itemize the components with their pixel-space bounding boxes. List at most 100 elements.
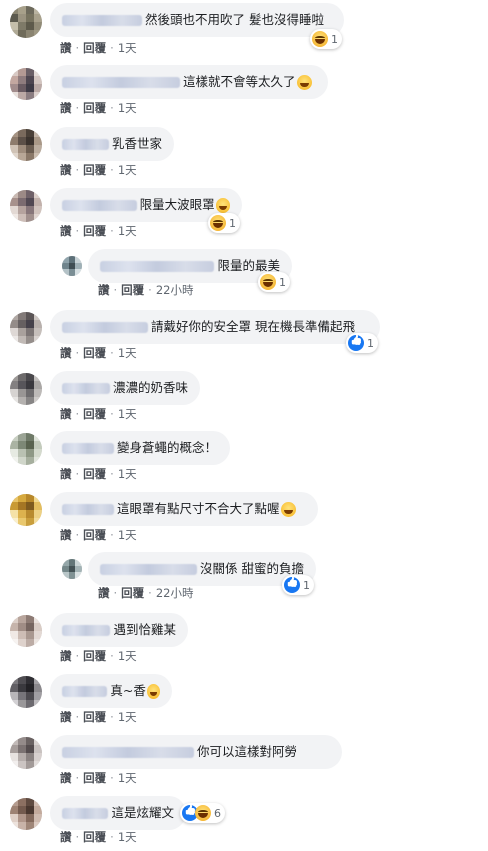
timestamp[interactable]: 1天 — [118, 466, 137, 482]
like-button[interactable]: 讚 — [60, 527, 72, 543]
like-button[interactable]: 讚 — [60, 466, 72, 482]
avatar[interactable] — [10, 373, 42, 405]
comment-bubble: 然後頭也不用吹了 髮也沒得睡啦 — [50, 3, 344, 37]
avatar[interactable] — [10, 312, 42, 344]
avatar[interactable] — [10, 798, 42, 830]
commenter-name[interactable] — [62, 685, 108, 697]
avatar[interactable] — [10, 737, 42, 769]
reaction-summary[interactable]: 6 — [180, 803, 225, 823]
avatar[interactable] — [10, 433, 42, 465]
avatar[interactable] — [62, 256, 82, 276]
commenter-name[interactable] — [62, 76, 180, 88]
avatar[interactable] — [10, 494, 42, 526]
reply-button[interactable]: 回覆 — [83, 709, 106, 725]
reaction-count: 1 — [229, 216, 236, 230]
avatar[interactable] — [10, 129, 42, 161]
laughing-emoji-icon — [215, 197, 230, 213]
avatar[interactable] — [10, 68, 42, 100]
timestamp[interactable]: 1天 — [118, 162, 137, 178]
comment-actions: 讚 · 回覆 · 1天 — [60, 223, 137, 239]
laughing-emoji-icon — [280, 501, 296, 517]
timestamp[interactable]: 22小時 — [156, 282, 194, 298]
commenter-name[interactable] — [62, 503, 114, 515]
haha-reaction-icon — [210, 215, 226, 231]
avatar[interactable] — [62, 559, 82, 579]
reply-button[interactable]: 回覆 — [83, 345, 106, 361]
comment-bubble: 這是炫耀文 — [50, 796, 186, 830]
like-reaction-icon — [284, 577, 300, 593]
comment-text: 然後頭也不用吹了 髮也沒得睡啦 — [145, 12, 324, 27]
like-button[interactable]: 讚 — [60, 40, 72, 56]
reaction-summary[interactable]: 1 — [208, 213, 240, 233]
like-button[interactable]: 讚 — [98, 282, 110, 298]
like-button[interactable]: 讚 — [60, 223, 72, 239]
comment-bubble: 變身蒼蠅的概念！ — [50, 431, 230, 465]
reply-button[interactable]: 回覆 — [83, 406, 106, 422]
timestamp[interactable]: 1天 — [118, 709, 137, 725]
comment-text: 限量大波眼罩 — [139, 197, 215, 212]
timestamp[interactable]: 1天 — [118, 527, 137, 543]
commenter-name[interactable] — [62, 382, 110, 394]
comment-actions: 讚 · 回覆 · 1天 — [60, 100, 137, 116]
commenter-name[interactable] — [62, 442, 114, 454]
reply-button[interactable]: 回覆 — [121, 585, 144, 601]
comment-actions: 讚 · 回覆 · 1天 — [60, 162, 137, 178]
comment-text: 遇到恰雞某 — [113, 622, 176, 637]
comment-text: 變身蒼蠅的概念！ — [117, 440, 218, 455]
like-button[interactable]: 讚 — [60, 406, 72, 422]
comment-actions: 讚 · 回覆 · 1天 — [60, 770, 137, 786]
commenter-name[interactable] — [62, 199, 137, 211]
commenter-name[interactable] — [100, 563, 198, 575]
timestamp[interactable]: 1天 — [118, 648, 137, 664]
commenter-name[interactable] — [62, 321, 148, 333]
avatar[interactable] — [10, 6, 42, 38]
comment-text: 乳香世家 — [111, 136, 162, 151]
comment-bubble: 請戴好你的安全罩 現在機長準備起飛 — [50, 310, 380, 344]
comment-text: 這是炫耀文 — [111, 805, 174, 820]
reply-button[interactable]: 回覆 — [83, 162, 106, 178]
timestamp[interactable]: 1天 — [118, 100, 137, 116]
like-button[interactable]: 讚 — [60, 829, 72, 845]
timestamp[interactable]: 1天 — [118, 40, 137, 56]
like-button[interactable]: 讚 — [60, 770, 72, 786]
reply-button[interactable]: 回覆 — [83, 527, 106, 543]
reply-button[interactable]: 回覆 — [121, 282, 144, 298]
reply-button[interactable]: 回覆 — [83, 40, 106, 56]
timestamp[interactable]: 1天 — [118, 770, 137, 786]
commenter-name[interactable] — [100, 260, 215, 272]
commenter-name[interactable] — [62, 624, 111, 636]
commenter-name[interactable] — [62, 746, 194, 758]
timestamp[interactable]: 1天 — [118, 345, 137, 361]
like-button[interactable]: 讚 — [60, 709, 72, 725]
like-button[interactable]: 讚 — [60, 162, 72, 178]
timestamp[interactable]: 1天 — [118, 406, 137, 422]
reaction-summary[interactable]: 1 — [258, 272, 290, 292]
avatar[interactable] — [10, 676, 42, 708]
timestamp[interactable]: 1天 — [118, 223, 137, 239]
reply-button[interactable]: 回覆 — [83, 100, 106, 116]
like-button[interactable]: 讚 — [60, 648, 72, 664]
laughing-emoji-icon — [296, 74, 312, 90]
comment-text: 這樣就不會等太久了 — [183, 74, 296, 89]
like-button[interactable]: 讚 — [98, 585, 110, 601]
reply-button[interactable]: 回覆 — [83, 466, 106, 482]
reaction-summary[interactable]: 1 — [282, 575, 314, 595]
commenter-name[interactable] — [62, 14, 142, 26]
like-button[interactable]: 讚 — [60, 100, 72, 116]
avatar[interactable] — [10, 615, 42, 647]
commenter-name[interactable] — [62, 138, 109, 150]
commenter-name[interactable] — [62, 807, 109, 819]
avatar[interactable] — [10, 190, 42, 222]
reply-button[interactable]: 回覆 — [83, 829, 106, 845]
comment-text: 這眼罩有點尺寸不合大了點喔 — [117, 501, 280, 516]
timestamp[interactable]: 1天 — [118, 829, 137, 845]
reaction-summary[interactable]: 1 — [346, 333, 378, 353]
reply-button[interactable]: 回覆 — [83, 770, 106, 786]
reply-button[interactable]: 回覆 — [83, 223, 106, 239]
reaction-count: 6 — [214, 806, 221, 820]
comment-actions: 讚 · 回覆 · 22小時 — [98, 282, 194, 298]
reaction-summary[interactable]: 1 — [310, 29, 342, 49]
reply-button[interactable]: 回覆 — [83, 648, 106, 664]
timestamp[interactable]: 22小時 — [156, 585, 194, 601]
like-button[interactable]: 讚 — [60, 345, 72, 361]
